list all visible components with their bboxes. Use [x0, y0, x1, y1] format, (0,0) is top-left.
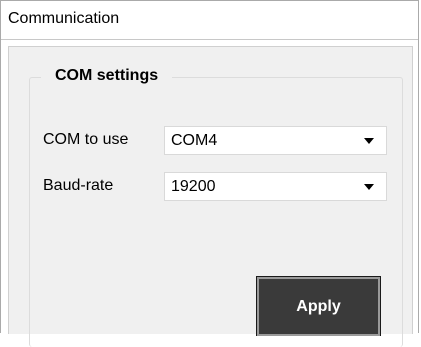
baud-rate-label: Baud-rate: [43, 177, 114, 194]
title-divider: [1, 39, 418, 40]
com-settings-legend: COM settings: [41, 67, 173, 85]
com-port-value: COM4: [171, 132, 218, 149]
com-port-dropdown[interactable]: COM4: [164, 126, 387, 155]
window-title: Communication: [8, 10, 120, 27]
chevron-down-icon: [364, 138, 374, 144]
baud-rate-value: 19200: [171, 178, 216, 195]
settings-panel: COM settings COM to use COM4 Baud-rate 1…: [8, 46, 413, 347]
com-port-label: COM to use: [43, 131, 129, 148]
chevron-down-icon: [364, 184, 374, 190]
baud-rate-dropdown[interactable]: 19200: [164, 172, 387, 201]
apply-button[interactable]: Apply: [256, 276, 381, 336]
communication-window: Communication COM settings COM to use CO…: [0, 0, 419, 347]
